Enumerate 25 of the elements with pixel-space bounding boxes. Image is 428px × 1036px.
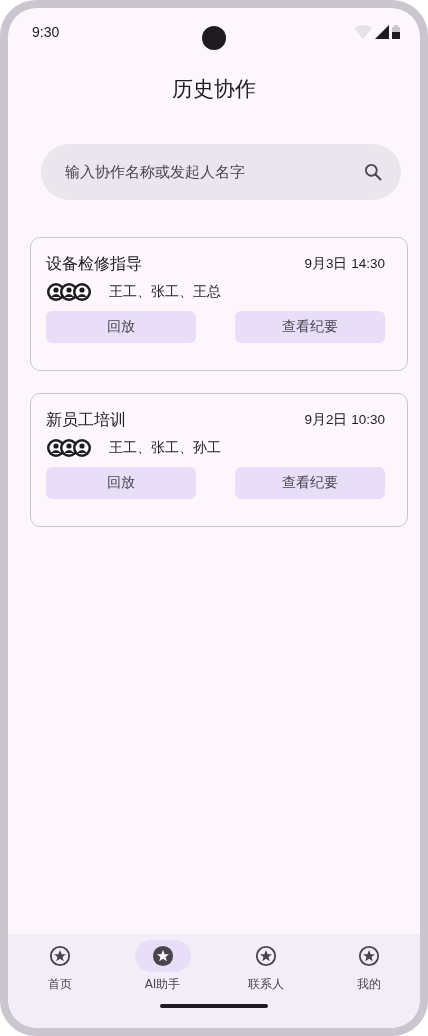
session-card[interactable]: 新员工培训 9月2日 10:30 王工、张工、孙工 回放 查看纪要 xyxy=(30,393,408,527)
nav-tab[interactable]: 联系人 xyxy=(225,940,306,1000)
camera-dot xyxy=(202,26,226,50)
nav-tab[interactable]: AI助手 xyxy=(122,940,203,1000)
search-field[interactable]: 输入协作名称或发起人名字 xyxy=(41,144,401,200)
participants-icon xyxy=(46,438,92,458)
nav-tab[interactable]: 我的 xyxy=(328,940,409,1000)
nav-tab[interactable]: 首页 xyxy=(19,940,100,1000)
session-card[interactable]: 设备检修指导 9月3日 14:30 王工、张工、王总 回放 查看纪要 xyxy=(30,237,408,371)
session-time: 9月2日 10:30 xyxy=(304,411,385,429)
action-button[interactable]: 查看纪要 xyxy=(235,467,385,499)
action-button[interactable]: 回放 xyxy=(46,311,196,343)
battery-icon xyxy=(392,25,400,39)
signal-icon xyxy=(375,25,389,39)
action-button[interactable]: 查看纪要 xyxy=(235,311,385,343)
session-name: 设备检修指导 xyxy=(46,253,142,275)
participants-text: 王工、张工、王总 xyxy=(109,283,221,301)
session-time: 9月3日 14:30 xyxy=(304,255,385,273)
session-name: 新员工培训 xyxy=(46,409,126,431)
status-time: 9:30 xyxy=(32,24,60,40)
page-title: 历史协作 xyxy=(171,76,257,103)
search-icon[interactable] xyxy=(363,162,383,182)
participants-icon xyxy=(46,282,92,302)
action-button[interactable]: 回放 xyxy=(46,467,196,499)
participants-text: 王工、张工、孙工 xyxy=(109,439,221,457)
